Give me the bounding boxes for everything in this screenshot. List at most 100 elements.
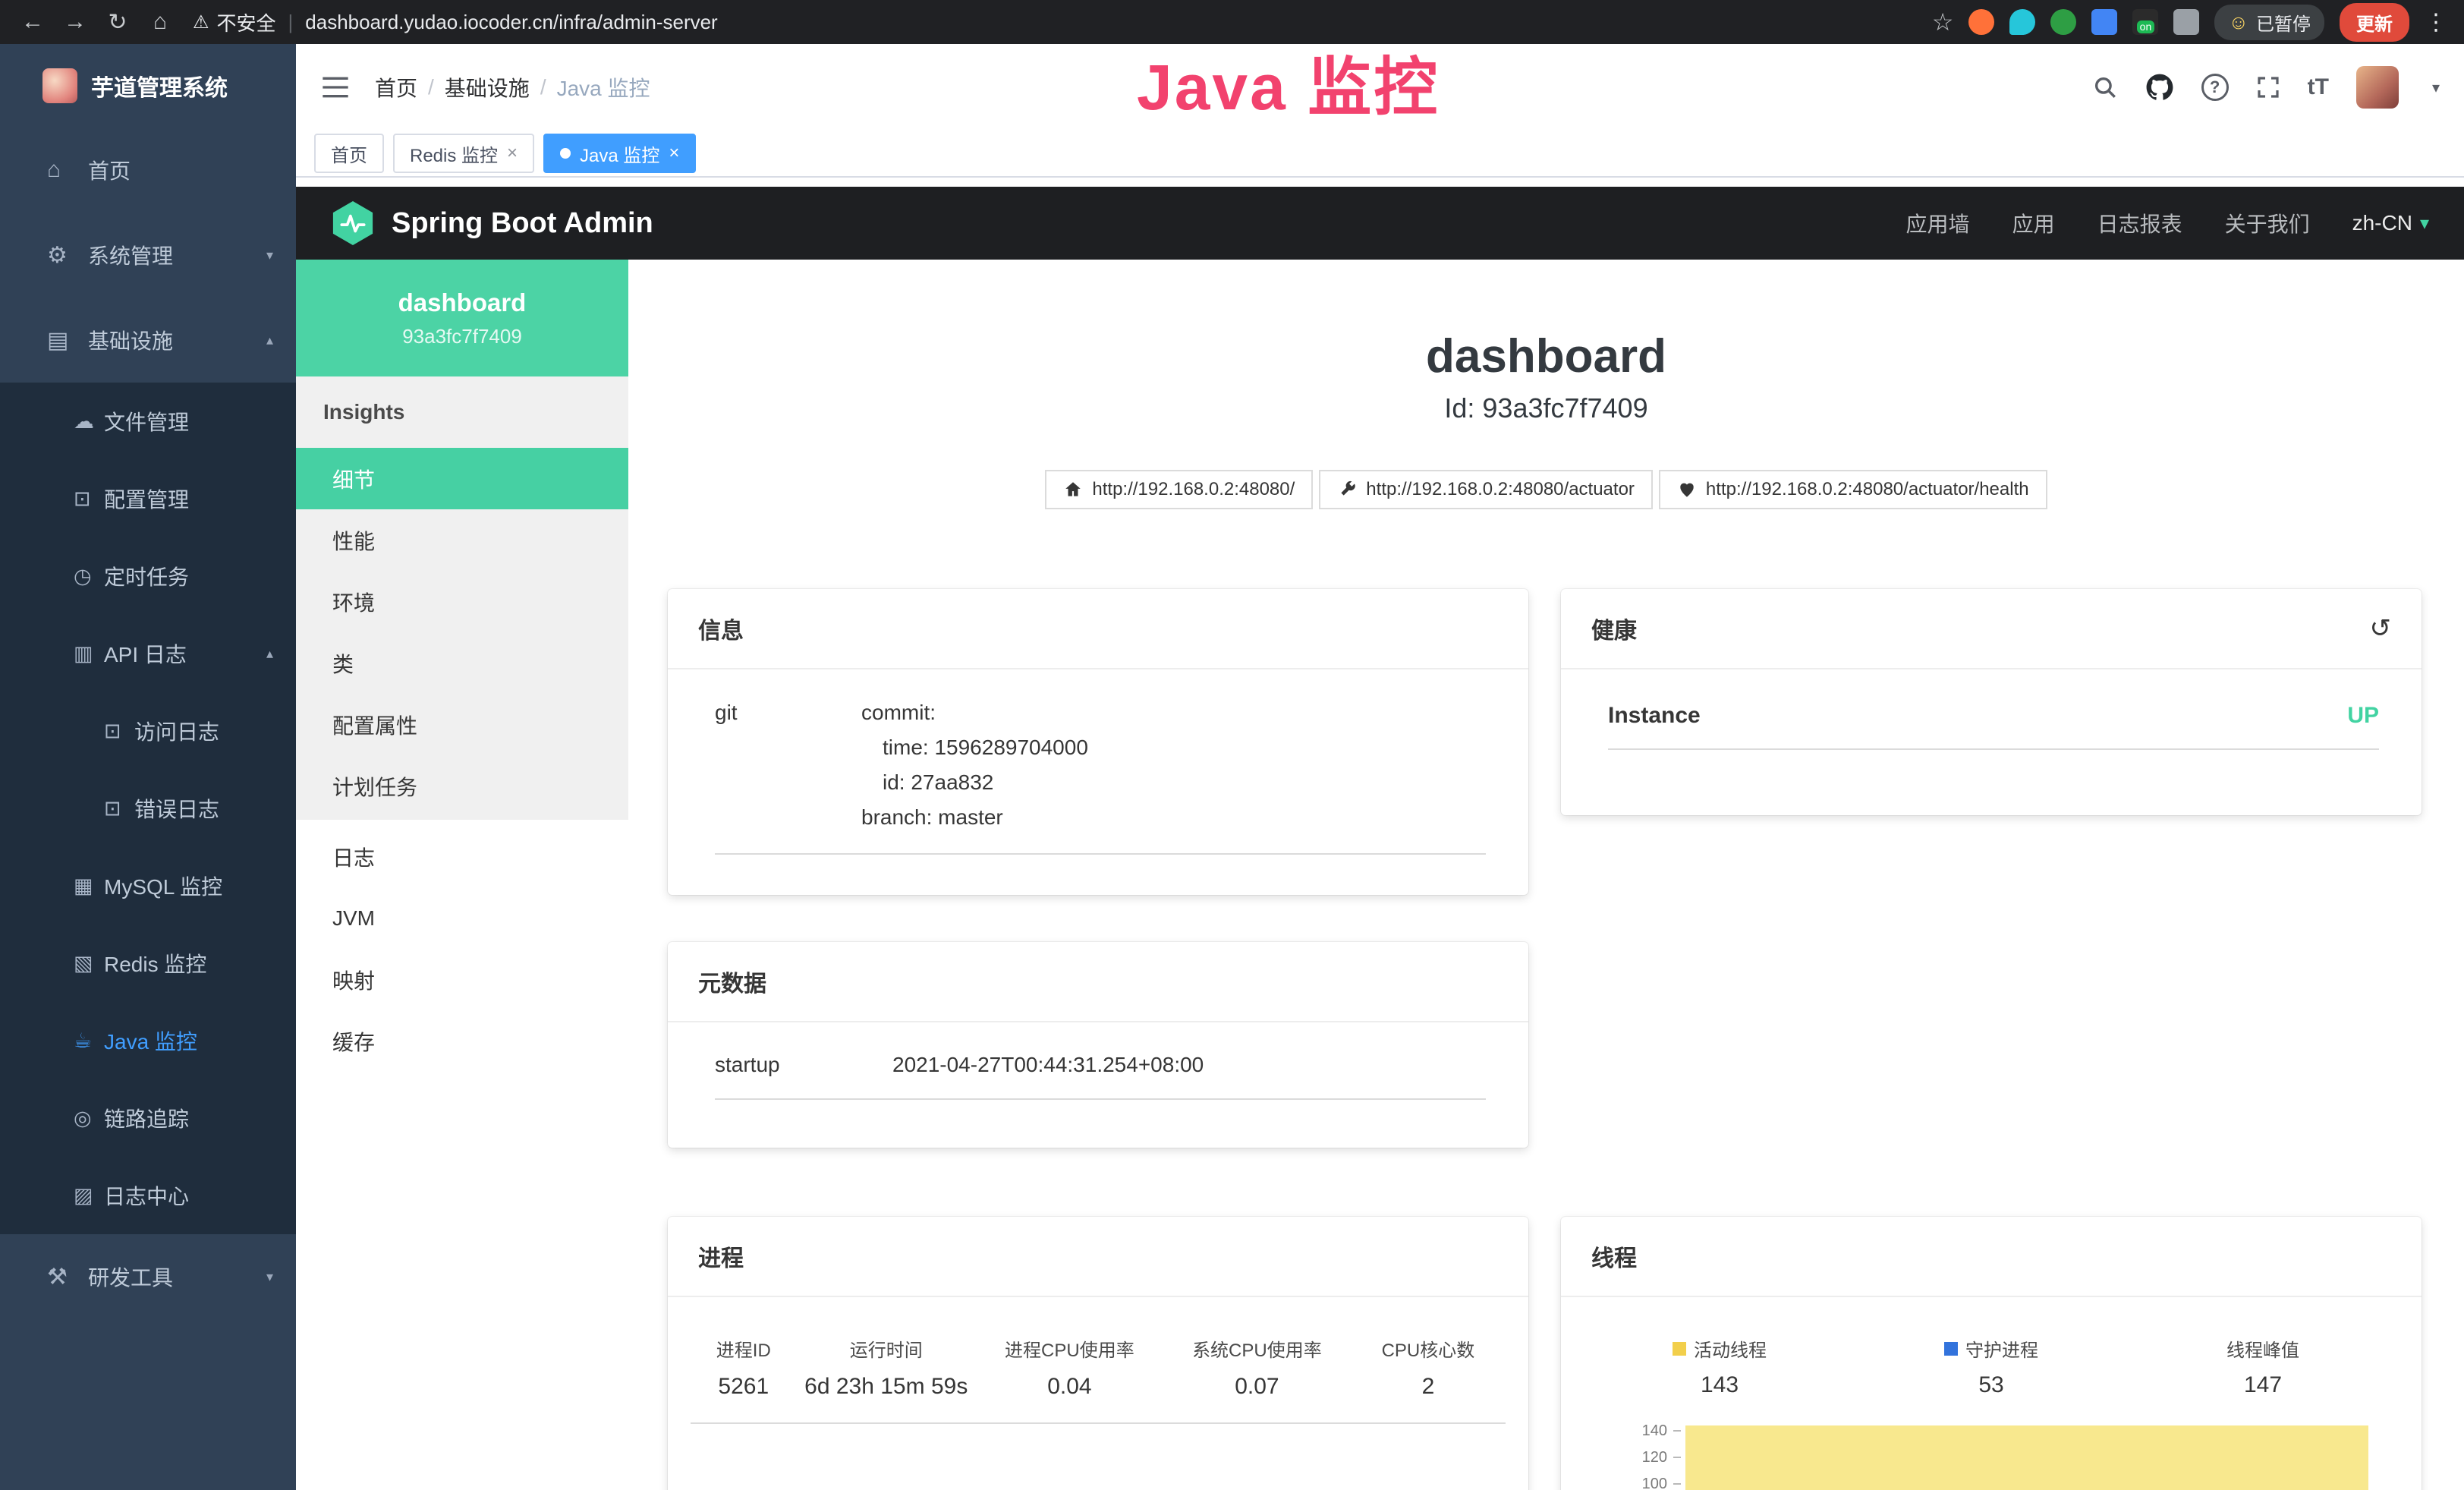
- metadata-label: startup: [715, 1053, 892, 1077]
- tab-java-monitor[interactable]: Java 监控 ×: [543, 134, 696, 173]
- sidebar-item-system[interactable]: ⚙ 系统管理 ▾: [0, 213, 296, 298]
- sba-item-mappings[interactable]: 映射: [296, 949, 628, 1010]
- sidebar-item-mysql-monitor[interactable]: ▦ MySQL 监控: [0, 847, 296, 925]
- sba-nav-applications[interactable]: 应用: [2012, 208, 2055, 238]
- breadcrumb-home[interactable]: 首页: [375, 72, 417, 102]
- sidebar-item-home[interactable]: ⌂ 首页: [0, 128, 296, 213]
- forward-icon[interactable]: →: [59, 9, 91, 35]
- sba-secondary-items: 日志 JVM 映射 缓存: [296, 820, 628, 1072]
- close-icon[interactable]: ×: [507, 143, 518, 164]
- y-tick-120: 120: [1584, 1449, 1667, 1466]
- legend-swatch-yellow: [1673, 1342, 1686, 1356]
- sidebar-item-redis-monitor[interactable]: ▧ Redis 监控: [0, 925, 296, 1002]
- history-icon[interactable]: ↺: [2370, 613, 2392, 644]
- extension-icon-green[interactable]: [2050, 9, 2076, 35]
- sidebar-item-label: 日志中心: [104, 1180, 189, 1211]
- app-frame: 芋道管理系统 ⌂ 首页 ⚙ 系统管理 ▾ ▤ 基础设施 ▴ ☁ 文件管理 ⊡ 配…: [0, 44, 2464, 1490]
- sba-item-logs[interactable]: 日志: [296, 826, 628, 887]
- service-url: http://192.168.0.2:48080/: [1092, 479, 1295, 500]
- extension-icon-orange[interactable]: [1968, 9, 1994, 35]
- sidebar-item-label: 文件管理: [104, 406, 189, 436]
- sidebar-item-scheduled-jobs[interactable]: ◷ 定时任务: [0, 537, 296, 615]
- tab-home[interactable]: 首页: [314, 134, 384, 173]
- font-size-icon[interactable]: tT: [2308, 74, 2329, 100]
- on-badge-label: on: [2137, 20, 2155, 33]
- sba-item-environment[interactable]: 环境: [296, 571, 628, 632]
- tab-redis-monitor[interactable]: Redis 监控 ×: [393, 134, 534, 173]
- sidebar-item-log-center[interactable]: ▨ 日志中心: [0, 1157, 296, 1234]
- extension-icon-grid[interactable]: [2091, 9, 2117, 35]
- error-log-icon: ⊡: [104, 797, 134, 821]
- sba-nav-about[interactable]: 关于我们: [2225, 208, 2310, 238]
- chrome-update-button[interactable]: 更新: [2340, 3, 2409, 42]
- bookmark-star-icon[interactable]: ☆: [1932, 8, 1954, 36]
- process-card-body: 进程ID 运行时间 进程CPU使用率 系统CPU使用率 CPU核心数 5261 …: [668, 1297, 1528, 1424]
- sidebar-item-label: 基础设施: [88, 325, 173, 355]
- card-column-left: 信息 git commit: time: 1596289704000 id: 2…: [668, 589, 1528, 1490]
- address-bar[interactable]: ⚠ 不安全 | dashboard.yudao.iocoder.cn/infra…: [193, 8, 718, 36]
- app-logo-row[interactable]: 芋道管理系统: [0, 44, 296, 128]
- sidebar-item-label: 链路追踪: [104, 1103, 189, 1133]
- omnibox-divider: |: [288, 11, 294, 34]
- help-icon[interactable]: ?: [2201, 74, 2229, 101]
- health-url-link[interactable]: http://192.168.0.2:48080/actuator/health: [1659, 470, 2047, 509]
- clock-icon: ◷: [74, 565, 104, 588]
- health-heart-icon: [1677, 480, 1697, 499]
- header-actions: ? tT ▾: [2092, 66, 2440, 109]
- sidebar-item-label: MySQL 监控: [104, 871, 222, 901]
- active-dot-icon: [560, 148, 571, 159]
- sidebar-item-access-log[interactable]: ⊡ 访问日志: [0, 692, 296, 770]
- breadcrumb-infra[interactable]: 基础设施: [445, 72, 530, 102]
- sidebar-item-java-monitor[interactable]: ☕ Java 监控: [0, 1002, 296, 1079]
- sidebar-item-api-log[interactable]: ▥ API 日志 ▴: [0, 615, 296, 692]
- sidebar-item-infra[interactable]: ▤ 基础设施 ▴: [0, 298, 296, 383]
- sba-nav-wallboard[interactable]: 应用墙: [1906, 208, 1970, 238]
- sidebar-item-error-log[interactable]: ⊡ 错误日志: [0, 770, 296, 847]
- sba-item-caches[interactable]: 缓存: [296, 1010, 628, 1072]
- actuator-url-link[interactable]: http://192.168.0.2:48080/actuator: [1319, 470, 1653, 509]
- profile-paused-badge[interactable]: ☺ 已暂停: [2214, 5, 2324, 40]
- sba-item-jvm[interactable]: JVM: [296, 887, 628, 949]
- sidebar-item-label: Redis 监控: [104, 948, 206, 978]
- sba-item-details[interactable]: 细节: [296, 448, 628, 509]
- sidebar-item-file-manage[interactable]: ☁ 文件管理: [0, 383, 296, 460]
- fullscreen-icon[interactable]: [2256, 75, 2280, 99]
- metadata-value: 2021-04-27T00:44:31.254+08:00: [892, 1053, 1204, 1077]
- tab-label: 首页: [331, 140, 367, 167]
- extension-icon-drop[interactable]: [2009, 9, 2035, 35]
- cpu-cores: 2: [1351, 1374, 1506, 1400]
- config-icon: ⊡: [74, 487, 104, 511]
- reload-icon[interactable]: ↻: [102, 9, 134, 36]
- sba-item-metrics[interactable]: 性能: [296, 509, 628, 571]
- extension-icon-gray[interactable]: [2173, 9, 2199, 35]
- sidebar-item-config-manage[interactable]: ⊡ 配置管理: [0, 460, 296, 537]
- peak-threads-value: 147: [2127, 1372, 2399, 1398]
- language-label: zh-CN: [2352, 211, 2412, 235]
- y-tickmark: [1673, 1483, 1681, 1485]
- insights-section: Insights 细节 性能 环境 类 配置属性 计划任务: [296, 376, 628, 820]
- sidebar-item-tracing[interactable]: ◎ 链路追踪: [0, 1079, 296, 1157]
- sidebar-toggle-icon[interactable]: [320, 72, 354, 102]
- sba-language-select[interactable]: zh-CN ▾: [2352, 211, 2429, 235]
- extension-icon-on-badge[interactable]: on: [2132, 9, 2158, 35]
- back-icon[interactable]: ←: [17, 9, 49, 35]
- sba-item-config-props[interactable]: 配置属性: [296, 694, 628, 755]
- avatar[interactable]: [2356, 66, 2399, 109]
- sba-item-classes[interactable]: 类: [296, 632, 628, 694]
- sba-nav-items: 应用墙 应用 日志报表 关于我们 zh-CN ▾: [1906, 208, 2429, 238]
- browser-home-icon[interactable]: ⌂: [144, 9, 176, 35]
- browser-menu-icon[interactable]: ⋮: [2425, 9, 2447, 36]
- sba-brand[interactable]: Spring Boot Admin: [331, 201, 653, 245]
- sba-nav-journal[interactable]: 日志报表: [2097, 208, 2182, 238]
- search-icon[interactable]: [2092, 74, 2118, 100]
- breadcrumb-current: Java 监控: [557, 72, 650, 102]
- app-sidebar: 芋道管理系统 ⌂ 首页 ⚙ 系统管理 ▾ ▤ 基础设施 ▴ ☁ 文件管理 ⊡ 配…: [0, 44, 296, 1490]
- health-instance-row[interactable]: Instance UP: [1608, 676, 2379, 750]
- github-icon[interactable]: [2145, 73, 2174, 102]
- sba-item-scheduled-tasks[interactable]: 计划任务: [296, 755, 628, 817]
- metadata-card: 元数据 startup 2021-04-27T00:44:31.254+08:0…: [668, 942, 1528, 1148]
- sba-instance-header[interactable]: dashboard 93a3fc7f7409: [296, 260, 628, 376]
- service-url-link[interactable]: http://192.168.0.2:48080/: [1045, 470, 1313, 509]
- close-icon[interactable]: ×: [669, 143, 679, 164]
- sidebar-item-dev-tools[interactable]: ⚒ 研发工具 ▾: [0, 1234, 296, 1319]
